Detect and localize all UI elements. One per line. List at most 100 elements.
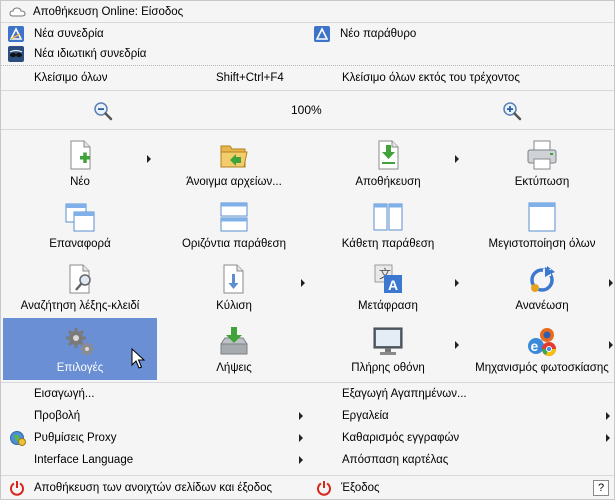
submenu-arrow-icon [455, 341, 459, 349]
grid-item-print[interactable]: Εκτύπωση [465, 132, 615, 194]
downloads-icon [217, 324, 251, 358]
grid-item-open-files[interactable]: Άνοιγμα αρχείων... [157, 132, 311, 194]
grid-item-label: Αποθήκευση [355, 176, 421, 188]
detach-tab-item[interactable]: Απόσπαση καρτέλας [342, 449, 612, 471]
new-window-item[interactable]: Νέο παράθυρο [314, 24, 604, 44]
grid-item-label: Μηχανισμός φωτοσκίασης [475, 362, 609, 374]
grid-item-scroll[interactable]: Κύλιση [157, 256, 311, 318]
separator [1, 90, 614, 91]
zoom-in-icon[interactable] [502, 101, 522, 121]
proxy-settings-item[interactable]: Ρυθμίσεις Proxy [10, 427, 306, 449]
save-and-exit-item[interactable]: Αποθήκευση των ανοιχτών σελίδων και έξοδ… [9, 477, 309, 499]
search-keyword-icon [63, 262, 97, 296]
open-folder-icon [217, 138, 251, 172]
grid-item-tile-horizontal[interactable]: Οριζόντια παράθεση [157, 194, 311, 256]
exit-item[interactable]: Έξοδος [316, 477, 556, 499]
refresh-icon [525, 262, 559, 296]
close-all-shortcut: Shift+Ctrl+F4 [216, 72, 284, 84]
grid-item-label: Ανανέωση [515, 300, 569, 312]
grid-item-label: Κύλιση [216, 300, 252, 312]
submenu-arrow-icon [455, 155, 459, 163]
interface-language-label: Interface Language [34, 454, 134, 466]
export-favorites-label: Εξαγωγή Αγαπημένων... [342, 388, 467, 400]
submenu-arrow-icon [299, 456, 303, 464]
online-save-item[interactable]: Αποθήκευση Online: Είσοδος [1, 2, 614, 22]
fullscreen-monitor-icon [371, 324, 405, 358]
separator [1, 475, 614, 476]
rendering-engine-icon: e [525, 324, 559, 358]
new-session-label: Νέα συνεδρία [34, 28, 104, 40]
import-label: Εισαγωγή... [34, 388, 95, 400]
grid-item-label: Εκτύπωση [514, 176, 570, 188]
grid-item-label: Επαναφορά [49, 238, 111, 250]
new-document-icon [63, 138, 97, 172]
new-session-item[interactable]: Νέα συνεδρία [8, 24, 308, 44]
grid-item-label: Μεγιστοποίηση όλων [488, 238, 596, 250]
zoom-out-icon[interactable] [93, 101, 113, 121]
submenu-arrow-icon [455, 279, 459, 287]
tile-vertical-icon [371, 200, 405, 234]
grid-item-fullscreen[interactable]: Πλήρης οθόνη [311, 318, 465, 380]
scroll-icon [217, 262, 251, 296]
import-item[interactable]: Εισαγωγή... [34, 383, 306, 405]
export-favorites-item[interactable]: Εξαγωγή Αγαπημένων... [342, 383, 612, 405]
view-item[interactable]: Προβολή [34, 405, 306, 427]
submenu-arrow-icon [606, 434, 610, 442]
grid-item-label: Μετάφραση [358, 300, 418, 312]
submenu-arrow-icon [609, 341, 613, 349]
grid-item-save[interactable]: Αποθήκευση [311, 132, 465, 194]
zoom-level: 100% [291, 103, 322, 117]
submenu-arrow-icon [299, 412, 303, 420]
browser-logo-icon [314, 26, 330, 42]
new-private-session-label: Νέα ιδιωτική συνεδρία [34, 48, 147, 60]
grid-item-restore[interactable]: Επαναφορά [3, 194, 157, 256]
zoom-row: 100% [1, 93, 614, 127]
separator [1, 129, 614, 130]
grid-item-options[interactable]: Επιλογές [3, 318, 157, 380]
online-save-label: Αποθήκευση Online: Είσοδος [33, 6, 184, 18]
grid-item-new[interactable]: Νέο [3, 132, 157, 194]
grid-item-label: Άνοιγμα αρχείων... [186, 176, 282, 188]
detach-tab-label: Απόσπαση καρτέλας [342, 454, 449, 466]
grid-item-downloads[interactable]: Λήψεις [157, 318, 311, 380]
svg-text:A: A [388, 277, 398, 293]
mouse-cursor-icon [131, 347, 146, 373]
grid-item-rendering-engine[interactable]: e Μηχανισμός φωτοσκίασης [465, 318, 615, 380]
save-and-exit-label: Αποθήκευση των ανοιχτών σελίδων και έξοδ… [34, 482, 273, 494]
browser-logo-icon [8, 26, 24, 42]
separator [1, 22, 614, 23]
power-icon [9, 480, 25, 496]
browser-main-menu: Αποθήκευση Online: Είσοδος Νέα συνεδρία … [0, 0, 615, 500]
submenu-arrow-icon [299, 434, 303, 442]
interface-language-item[interactable]: Interface Language [34, 449, 306, 471]
help-label: ? [597, 482, 605, 494]
power-icon [316, 480, 332, 496]
grid-item-label: Αναζήτηση λέξης-κλειδί [20, 300, 140, 312]
grid-item-keyword-search[interactable]: Αναζήτηση λέξης-κλειδί [3, 256, 157, 318]
grid-item-label: Πλήρης οθόνη [351, 362, 425, 374]
tools-item[interactable]: Εργαλεία [342, 405, 612, 427]
translate-icon: 文A [371, 262, 405, 296]
new-window-label: Νέο παράθυρο [340, 28, 417, 40]
clear-records-item[interactable]: Καθαρισμός εγγραφών [342, 427, 612, 449]
cloud-icon [9, 4, 27, 20]
exit-label: Έξοδος [341, 482, 380, 494]
grid-item-label: Νέο [70, 176, 90, 188]
submenu-arrow-icon [609, 279, 613, 287]
grid-item-maximize-all[interactable]: Μεγιστοποίηση όλων [465, 194, 615, 256]
close-all-item[interactable]: Κλείσιμο όλων Shift+Ctrl+F4 [34, 68, 304, 88]
close-others-item[interactable]: Κλείσιμο όλων εκτός του τρέχοντος [342, 68, 602, 88]
grid-item-tile-vertical[interactable]: Κάθετη παράθεση [311, 194, 465, 256]
grid-item-label: Οριζόντια παράθεση [181, 238, 287, 250]
grid-item-label: Κάθετη παράθεση [341, 238, 435, 250]
private-mask-icon [8, 46, 24, 62]
globe-proxy-icon [10, 430, 26, 446]
save-download-icon [371, 138, 405, 172]
help-button[interactable]: ? [593, 480, 609, 496]
grid-item-refresh[interactable]: Ανανέωση [465, 256, 615, 318]
gears-options-icon [63, 324, 97, 358]
submenu-arrow-icon [606, 412, 610, 420]
new-private-session-item[interactable]: Νέα ιδιωτική συνεδρία [8, 44, 308, 64]
grid-item-label: Λήψεις [216, 362, 252, 374]
grid-item-translate[interactable]: 文A Μετάφραση [311, 256, 465, 318]
